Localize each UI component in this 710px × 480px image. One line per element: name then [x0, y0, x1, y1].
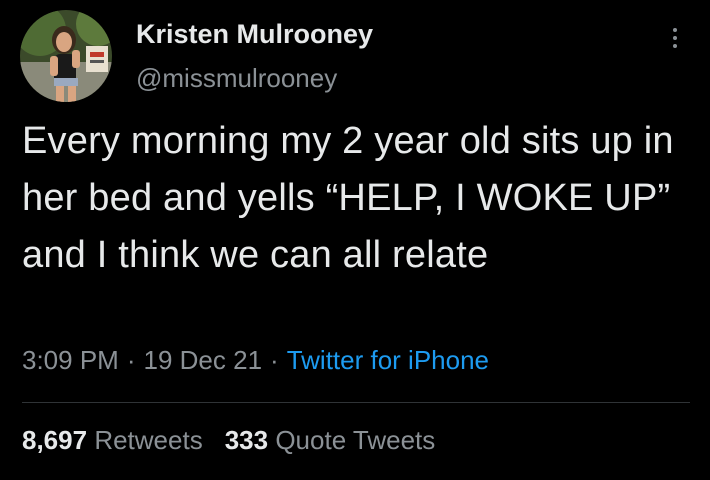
retweets-stat[interactable]: 8,697 Retweets [22, 425, 203, 455]
tweet-source-link[interactable]: Twitter for iPhone [287, 345, 489, 375]
quote-tweets-stat[interactable]: 333 Quote Tweets [225, 425, 436, 455]
tweet-meta: 3:09 PM · 19 Dec 21 · Twitter for iPhone [22, 343, 489, 377]
profile-photo-icon [20, 10, 112, 102]
tweet-stats: 8,697 Retweets 333 Quote Tweets [22, 423, 435, 457]
avatar[interactable] [20, 10, 112, 102]
retweets-count: 8,697 [22, 425, 88, 455]
tweet-card: Kristen Mulrooney @missmulrooney Every m… [0, 0, 710, 480]
user-handle[interactable]: @missmulrooney [136, 60, 373, 96]
tweet-text: Every morning my 2 year old sits up in h… [22, 120, 674, 276]
quote-tweets-count: 333 [224, 425, 269, 455]
display-name[interactable]: Kristen Mulrooney [136, 16, 373, 52]
separator: · [270, 345, 279, 375]
separator: · [126, 345, 136, 375]
author-info: Kristen Mulrooney @missmulrooney [136, 16, 373, 96]
tweet-time[interactable]: 3:09 PM [22, 345, 119, 375]
more-options-icon[interactable] [666, 24, 684, 52]
retweets-label: Retweets [94, 425, 203, 455]
quote-tweets-label: Quote Tweets [275, 425, 436, 455]
tweet-date[interactable]: 19 Dec 21 [144, 345, 263, 375]
divider [22, 402, 690, 403]
